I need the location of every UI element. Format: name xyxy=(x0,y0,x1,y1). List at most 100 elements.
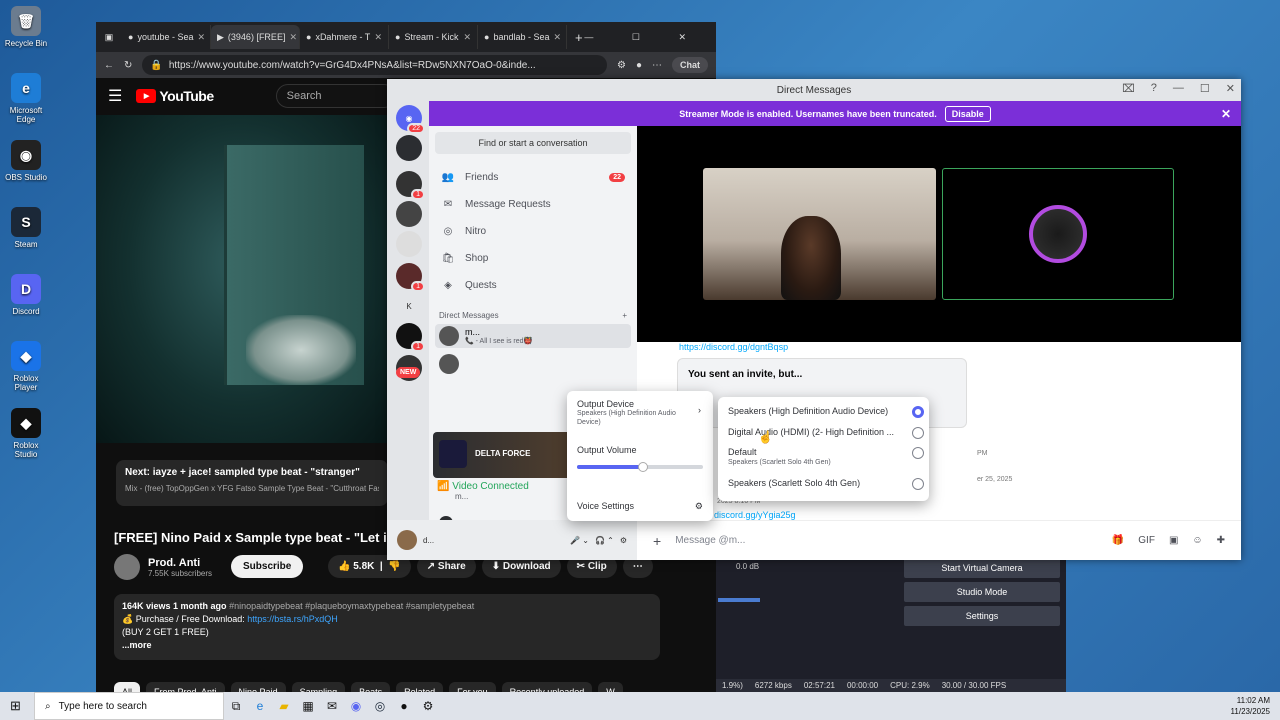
webcam-tile[interactable] xyxy=(703,168,936,300)
menu-icon[interactable]: ⋯ xyxy=(652,60,662,71)
filter-chip[interactable]: From Prod. Anti xyxy=(146,682,225,692)
mic-icon[interactable]: 🎤 ⌄ xyxy=(570,536,589,545)
output-device-option[interactable]: Default Speakers (Scarlett Solo 4th Gen) xyxy=(728,447,924,466)
channel-avatar[interactable] xyxy=(114,554,140,580)
subscribe-button[interactable]: Subscribe xyxy=(231,555,304,578)
dm-nav-item[interactable]: ✉ Message Requests xyxy=(429,191,637,218)
dm-nav-item[interactable]: 👥 Friends 22 xyxy=(429,164,637,191)
server-icon[interactable] xyxy=(396,135,422,161)
video-description[interactable]: 164K views 1 month ago #ninopaidtypebeat… xyxy=(114,594,660,660)
desktop-icon[interactable]: ◆ Roblox Player xyxy=(4,341,48,392)
add-attachment-icon[interactable]: + xyxy=(653,533,661,549)
file-explorer-icon[interactable]: ▰ xyxy=(272,696,296,716)
output-device-option[interactable]: Speakers (Scarlett Solo 4th Gen) xyxy=(728,478,924,490)
dm-nav-item[interactable]: ◎ Nitro xyxy=(429,218,637,245)
show-more-link[interactable]: ...more xyxy=(122,639,652,652)
extensions-icon[interactable]: ⚙ xyxy=(617,60,626,71)
store-icon[interactable]: ▦ xyxy=(296,696,320,716)
emoji-icon[interactable]: ☺ xyxy=(1192,535,1202,546)
desktop-icon[interactable]: D Discord xyxy=(4,274,48,316)
server-icon[interactable]: 1 xyxy=(396,263,425,292)
dm-nav-item[interactable]: 🛍 Shop xyxy=(429,245,637,272)
dm-item[interactable] xyxy=(435,352,631,376)
desktop-icon[interactable]: ◆ Roblox Studio xyxy=(4,408,48,459)
participant-tile[interactable] xyxy=(942,168,1174,300)
tab-actions-icon[interactable]: ▣ xyxy=(96,32,122,43)
back-icon[interactable]: ← xyxy=(104,60,114,71)
filter-chip[interactable]: Nino Paid xyxy=(230,682,286,692)
obs-settings-button[interactable]: Settings xyxy=(904,606,1060,626)
help-icon[interactable]: ? xyxy=(1151,82,1157,95)
browser-tab[interactable]: ● xDahmere - T ✕ xyxy=(300,25,389,49)
filter-chip[interactable]: W xyxy=(598,682,623,692)
refresh-icon[interactable]: ↻ xyxy=(124,60,132,71)
filter-chip[interactable]: Related xyxy=(396,682,444,692)
mail-icon[interactable]: ✉ xyxy=(320,696,344,716)
settings-icon[interactable]: ⚙ xyxy=(620,536,627,545)
edge-icon[interactable]: e xyxy=(248,696,272,716)
settings-taskbar-icon[interactable]: ⚙ xyxy=(416,696,440,716)
server-icon[interactable] xyxy=(396,201,422,227)
filter-chip[interactable]: All xyxy=(114,682,141,692)
chat-button[interactable]: Chat xyxy=(672,57,708,73)
banner-close-icon[interactable]: ✕ xyxy=(1221,107,1231,121)
desktop-icon[interactable]: 🗑 Recycle Bin xyxy=(4,6,48,48)
output-device-option[interactable]: Speakers (High Definition Audio Device) xyxy=(728,406,924,418)
radio-button[interactable] xyxy=(912,447,924,459)
tab-close-icon[interactable]: ✕ xyxy=(289,32,297,43)
up-next-card[interactable]: Next: iayze + jace! sampled type beat - … xyxy=(116,460,388,506)
user-avatar[interactable] xyxy=(397,530,417,550)
gift-icon[interactable]: 🎁 xyxy=(1112,535,1124,546)
desktop-icon[interactable]: e Microsoft Edge xyxy=(4,73,48,124)
browser-tab[interactable]: ▶ (3946) [FREE] ✕ xyxy=(211,25,300,49)
filter-chip[interactable]: For you xyxy=(449,682,496,692)
find-conversation-input[interactable]: Find or start a conversation xyxy=(435,132,631,154)
home-icon[interactable]: ◉ 22 xyxy=(396,105,425,134)
tab-close-icon[interactable]: ✕ xyxy=(463,32,471,43)
steam-taskbar-icon[interactable]: ◎ xyxy=(368,696,392,716)
invite-link[interactable]: discord.gg/yYgia25g xyxy=(714,510,796,520)
add-dm-button[interactable]: + xyxy=(622,311,627,320)
taskbar-search[interactable]: ⌕ Type here to search xyxy=(34,692,224,720)
browser-tab[interactable]: ● youtube - Sea ✕ xyxy=(122,25,211,49)
inbox-icon[interactable]: ⌧ xyxy=(1122,82,1135,95)
desktop-icon[interactable]: ◉ OBS Studio xyxy=(4,140,48,182)
tab-close-icon[interactable]: ✕ xyxy=(553,32,561,43)
avatar-icon[interactable]: ● xyxy=(636,60,642,71)
radio-button[interactable] xyxy=(912,478,924,490)
browser-tab[interactable]: ● Stream - Kick ✕ xyxy=(389,25,478,49)
dm-item[interactable]: m... 📞 - All I see is red👹 xyxy=(435,324,631,348)
studio-mode-button[interactable]: Studio Mode xyxy=(904,582,1060,602)
dm-nav-item[interactable]: ◈ Quests xyxy=(429,272,637,299)
output-device-item[interactable]: Output Device Speakers (High Definition … xyxy=(577,399,703,427)
close-icon[interactable]: ✕ xyxy=(1226,82,1235,95)
headphones-icon[interactable]: 🎧 ⌃ xyxy=(595,536,614,545)
new-tab-button[interactable]: + xyxy=(575,30,583,45)
message-input[interactable]: Message @m... xyxy=(675,535,745,546)
filter-chip[interactable]: Sampling xyxy=(291,682,346,692)
maximize-icon[interactable]: ☐ xyxy=(1200,82,1210,95)
desktop-icon[interactable]: S Steam xyxy=(4,207,48,249)
youtube-search-input[interactable]: Search xyxy=(275,84,396,108)
obs-taskbar-icon[interactable]: ● xyxy=(392,696,416,716)
desc-link[interactable]: https://bsta.rs/hPxdQH xyxy=(247,614,338,624)
volume-slider[interactable] xyxy=(577,462,703,472)
voice-settings-item[interactable]: Voice Settings ⚙ xyxy=(577,501,703,511)
invite-link[interactable]: https://discord.gg/dgntBqsp xyxy=(679,342,788,352)
volume-knob[interactable] xyxy=(637,462,648,472)
server-icon[interactable]: 1 xyxy=(396,171,425,200)
channel-name[interactable]: Prod. Anti xyxy=(148,557,212,569)
filter-chip[interactable]: Recently uploaded xyxy=(501,682,593,692)
tab-close-icon[interactable]: ✕ xyxy=(374,32,382,43)
server-icon[interactable] xyxy=(396,231,422,257)
hamburger-icon[interactable]: ☰ xyxy=(108,86,122,106)
youtube-logo[interactable]: ▶ YouTube xyxy=(136,88,214,104)
browser-tab[interactable]: ● bandlab - Sea ✕ xyxy=(478,25,567,49)
disable-button[interactable]: Disable xyxy=(944,105,991,122)
task-view-icon[interactable]: ⧉ xyxy=(224,696,248,716)
gif-icon[interactable]: GIF xyxy=(1138,535,1155,546)
discord-taskbar-icon[interactable]: ◉ xyxy=(344,696,368,716)
radio-button[interactable] xyxy=(912,427,924,439)
windows-start-icon[interactable]: ⊞ xyxy=(10,698,21,714)
tab-close-icon[interactable]: ✕ xyxy=(197,32,205,43)
